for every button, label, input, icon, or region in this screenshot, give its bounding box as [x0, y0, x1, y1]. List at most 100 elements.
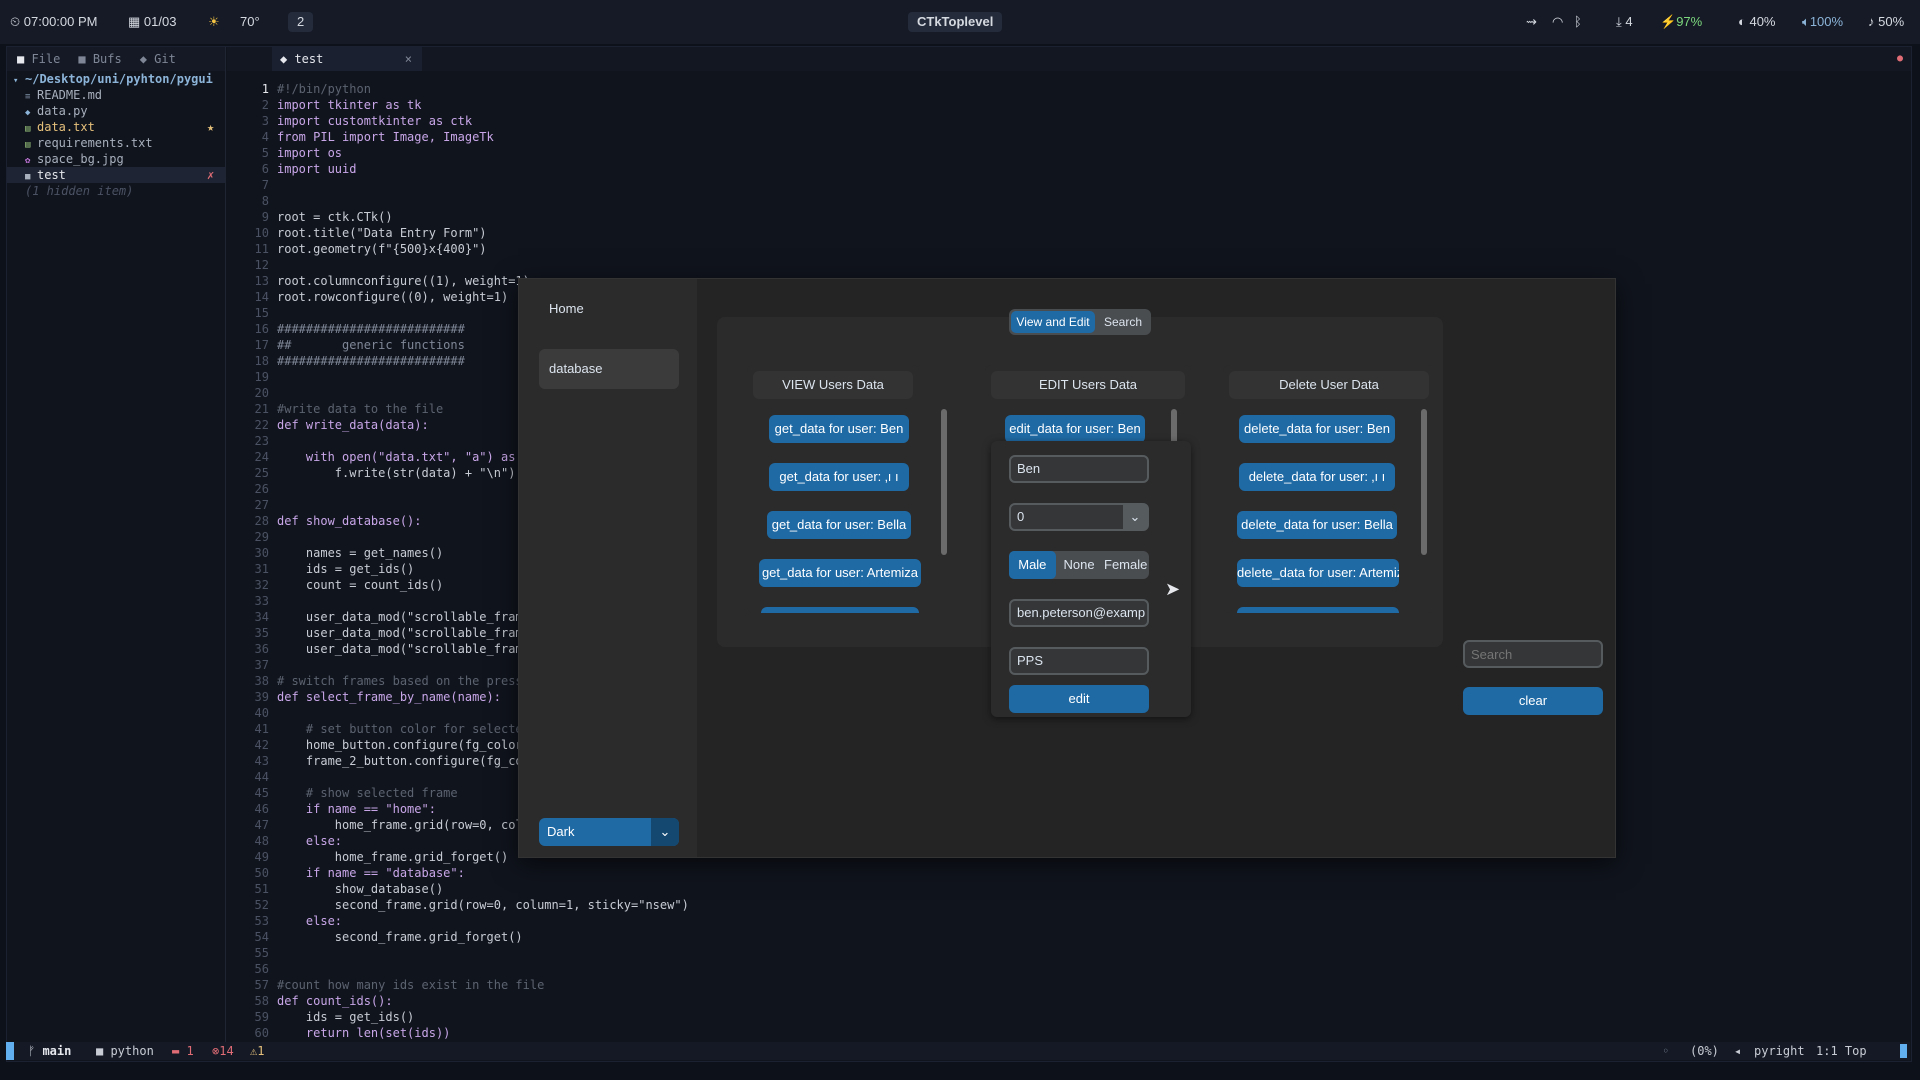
diagnostic-errors[interactable]: ⊗14 — [212, 1042, 234, 1060]
code-line: #write data to the file — [277, 402, 444, 416]
tree-item-data-py[interactable]: ◆ data.py — [7, 103, 225, 119]
chevron-down-icon[interactable]: ⌄ — [1123, 505, 1147, 529]
view-scrollbar[interactable] — [941, 409, 947, 555]
line-number: 20 — [254, 386, 269, 400]
line-number: 36 — [254, 642, 269, 656]
diagnostic-warnings[interactable]: ⚠1 — [250, 1042, 264, 1060]
code-line: def count_ids(): — [277, 994, 393, 1008]
code-line: def show_database(): — [277, 514, 422, 528]
edit-age-value: 0 — [1017, 509, 1025, 524]
code-line: root.title("Data Entry Form") — [277, 226, 487, 240]
delete-data-button-bella[interactable]: delete_data for user: Bella — [1237, 511, 1397, 539]
edit-age-combobox[interactable]: 0 ⌄ — [1009, 503, 1149, 531]
home-button[interactable]: Home — [539, 289, 679, 329]
tree-root[interactable]: ▾ ~/Desktop/uni/pyhton/pygui — [7, 71, 225, 87]
date-widget[interactable]: ▦ 01/03 — [128, 12, 176, 32]
tree-item-requirements[interactable]: ▤ requirements.txt — [7, 135, 225, 151]
get-data-button-partial[interactable] — [761, 607, 919, 613]
gender-option-male[interactable]: Male — [1009, 551, 1056, 579]
edit-name-entry[interactable]: Ben — [1009, 455, 1149, 483]
mic-icon: ♪ — [1868, 14, 1879, 29]
get-data-button-ben[interactable]: get_data for user: Ben — [769, 415, 909, 443]
tab-search[interactable]: Search — [1097, 311, 1149, 333]
line-number: 21 — [254, 402, 269, 416]
line-number: 32 — [254, 578, 269, 592]
code-line: if name == "home": — [277, 802, 436, 816]
filetype: ■ python — [96, 1044, 154, 1058]
code-line: show_database() — [277, 882, 444, 896]
tree-item-data-txt[interactable]: ▤ data.txt ★ — [7, 119, 225, 135]
delete-scrollbar[interactable] — [1421, 409, 1427, 555]
gender-option-female[interactable]: Female — [1102, 551, 1149, 579]
get-data-button-user2[interactable]: get_data for user: ‚ı ı — [769, 463, 909, 491]
tree-item-test[interactable]: ■ test ✗ — [7, 167, 225, 183]
code-line: f.write(str(data) + "\n") — [277, 466, 516, 480]
delete-data-button-user2[interactable]: delete_data for user: ‚ı ı — [1239, 463, 1395, 491]
code-line: user_data_mod("scrollable_frame_ — [277, 610, 538, 624]
edit-submit-button[interactable]: edit — [1009, 685, 1149, 713]
close-icon[interactable]: × — [405, 47, 412, 71]
line-number: 24 — [254, 450, 269, 464]
tab-bufs[interactable]: ■ Bufs — [78, 52, 121, 66]
delete-data-button-artemiza[interactable]: delete_data for user: Artemiza — [1237, 559, 1399, 587]
line-number: 22 — [254, 418, 269, 432]
bluetooth-icon[interactable]: ᛒ — [1574, 12, 1582, 32]
code-line: ids = get_ids() — [277, 562, 415, 576]
tab-git[interactable]: ◆ Git — [140, 52, 176, 66]
search-input[interactable] — [1463, 640, 1603, 668]
clock-widget[interactable]: ⏲ 07:00:00 PM — [10, 12, 97, 32]
tab-file[interactable]: ■ File — [17, 52, 60, 66]
get-data-button-artemiza[interactable]: get_data for user: Artemiza — [759, 559, 921, 587]
get-data-button-bella[interactable]: get_data for user: Bella — [767, 511, 911, 539]
view-users-frame: VIEW Users Data get_data for user: Ben g… — [747, 365, 947, 613]
line-number: 26 — [254, 482, 269, 496]
view-users-heading: VIEW Users Data — [753, 371, 913, 399]
delete-data-button-partial[interactable] — [1237, 607, 1399, 613]
brightness-icon: ◐ — [1738, 14, 1750, 29]
gender-option-none[interactable]: None — [1056, 551, 1103, 579]
window-title: CTkToplevel — [908, 12, 1003, 32]
workspace-indicator[interactable]: 2 — [288, 12, 314, 32]
edit-email-entry[interactable]: ben.peterson@examp — [1009, 599, 1149, 627]
line-number: 59 — [254, 1010, 269, 1024]
scroll-percent: (0%) — [1690, 1044, 1719, 1058]
dot-icon: ◦ — [1662, 1044, 1670, 1058]
delete-users-frame: Delete User Data delete_data for user: B… — [1223, 365, 1435, 613]
battery-widget[interactable]: ⚡97% — [1660, 12, 1702, 32]
chevron-down-icon[interactable]: ⌄ — [651, 818, 679, 846]
code-line: home_button.configure(fg_color= — [277, 738, 530, 752]
brightness-widget[interactable]: ◐ 40% — [1738, 12, 1776, 32]
tree-item-space-bg[interactable]: ✿ space_bg.jpg — [7, 151, 225, 167]
code-line: def write_data(data): — [277, 418, 429, 432]
volume-widget[interactable]: 🔈︎100% — [1802, 12, 1843, 32]
wifi-icon[interactable]: ◠ — [1552, 12, 1563, 32]
line-number: 54 — [254, 930, 269, 944]
line-number: 40 — [254, 706, 269, 720]
downloads-widget[interactable]: ⤓ 4 — [1616, 12, 1633, 32]
battery-level: 97% — [1676, 14, 1703, 29]
clear-button[interactable]: clear — [1463, 687, 1603, 715]
mic-level: 50% — [1878, 14, 1905, 29]
code-line: import customtkinter as ctk — [277, 114, 473, 128]
appearance-mode-select[interactable]: Dark ⌄ — [539, 818, 679, 846]
git-branch[interactable]: ᚠ main — [28, 1042, 71, 1060]
database-button[interactable]: database — [539, 349, 679, 389]
tab-view-and-edit[interactable]: View and Edit — [1011, 311, 1095, 333]
code-line: names = get_names() — [277, 546, 444, 560]
code-line: second_frame.grid_forget() — [277, 930, 523, 944]
code-line: #count how many ids exist in the file — [277, 978, 545, 992]
mic-widget[interactable]: ♪ 50% — [1868, 12, 1904, 32]
code-line: # switch frames based on the pressed — [277, 674, 538, 688]
buffer-tab-test[interactable]: ◆ test × — [272, 47, 422, 71]
edit-data-button-ben[interactable]: edit_data for user: Ben — [1005, 415, 1145, 443]
edit-form-popup: Ben 0 ⌄ Male None Female ben.peterson@ex… — [991, 441, 1191, 717]
deleted-mark: ✗ — [207, 168, 215, 182]
line-number: 33 — [254, 594, 269, 608]
scroll-indicator — [1900, 1044, 1907, 1058]
tree-item-readme[interactable]: ≡ README.md — [7, 87, 225, 103]
line-number: 38 — [254, 674, 269, 688]
edit-extra-entry[interactable]: PPS — [1009, 647, 1149, 675]
appearance-mode-value: Dark — [547, 824, 575, 839]
network-icon[interactable]: ⇝ — [1526, 12, 1537, 32]
delete-data-button-ben[interactable]: delete_data for user: Ben — [1239, 415, 1395, 443]
